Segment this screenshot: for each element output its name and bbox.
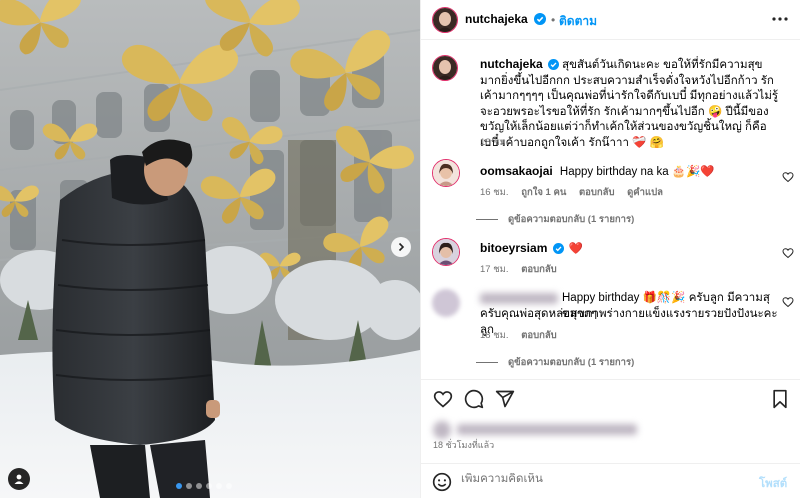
carousel-dot	[226, 483, 232, 489]
reply-button[interactable]: ตอบกลับ	[521, 264, 557, 275]
comment-text: Happy birthday na ka 🎂🎉❤️	[559, 166, 715, 178]
bookmark-icon[interactable]	[771, 389, 789, 409]
carousel-next-button[interactable]	[391, 237, 411, 257]
blurred-username	[480, 293, 558, 304]
carousel-dot	[176, 483, 182, 489]
liked-by-text[interactable]	[457, 424, 637, 435]
caption-username[interactable]: nutchajeka	[480, 57, 543, 71]
comment-meta: 16 ชม. ถูกใจ 1 คน ตอบกลับ ดูคำแปล	[480, 185, 663, 200]
post-detail-panel: nutchajeka • ติดตาม nutchajeka สุขสันต์ว…	[420, 0, 800, 498]
avatar[interactable]	[432, 7, 458, 33]
replies-divider	[476, 362, 498, 363]
caption-avatar[interactable]	[432, 55, 458, 81]
comment-avatar[interactable]	[432, 159, 460, 187]
author-username[interactable]: nutchajeka	[465, 12, 528, 26]
add-comment-input[interactable]	[461, 473, 751, 485]
more-horizontal-icon[interactable]	[772, 17, 788, 21]
carousel-dot	[206, 483, 212, 489]
comment-username[interactable]: oomsakaojai	[480, 164, 553, 178]
send-icon[interactable]	[495, 389, 515, 409]
view-replies-button[interactable]: ดูข้อความตอบกลับ (1 รายการ)	[476, 355, 634, 370]
view-replies-label: ดูข้อความตอบกลับ (1 รายการ)	[508, 357, 635, 368]
comment-1: oomsakaojai Happy birthday na ka 🎂🎉❤️	[480, 164, 780, 181]
translate-button[interactable]: ดูคำแปล	[627, 187, 663, 198]
post-photo[interactable]	[0, 0, 420, 498]
comment-time: 16 ชม.	[480, 187, 509, 198]
replies-divider	[476, 219, 498, 220]
post-actions: 18 ชั่วโมงที่แล้ว โพสต์	[421, 379, 800, 498]
view-replies-label: ดูข้อความตอบกลับ (1 รายการ)	[508, 214, 635, 225]
verified-badge-icon	[552, 243, 564, 254]
comment-avatar[interactable]	[432, 289, 460, 317]
heart-icon[interactable]	[433, 389, 453, 409]
user-tag-icon	[14, 474, 24, 484]
post-caption: nutchajeka สุขสันต์วันเกิดนะคะ ขอให้ที่ร…	[480, 57, 780, 151]
tagged-users-button[interactable]	[8, 468, 30, 490]
post-header: nutchajeka • ติดตาม	[421, 0, 800, 40]
comment-text: ❤️	[568, 243, 584, 255]
comment-avatar[interactable]	[432, 238, 460, 266]
caption-time: 18 ชม.	[480, 137, 509, 148]
verified-badge-icon	[547, 59, 559, 70]
comment-time: 17 ชม.	[480, 264, 509, 275]
comment-username[interactable]: bitoeyrsiam	[480, 241, 547, 255]
liker-avatar	[433, 421, 451, 439]
caption-text: สุขสันต์วันเกิดนะคะ ขอให้ที่รักมีความสุข…	[480, 59, 779, 149]
verified-badge-icon	[534, 13, 546, 25]
carousel-dot	[186, 483, 192, 489]
post-photo-scene	[0, 0, 420, 498]
post-timestamp: 18 ชั่วโมงที่แล้ว	[433, 440, 495, 450]
comment-meta: 17 ชม. ตอบกลับ	[480, 262, 557, 277]
comment-meta: 18 ชม. ตอบกลับ	[480, 328, 557, 343]
carousel-dot	[196, 483, 202, 489]
reply-button[interactable]: ตอบกลับ	[579, 187, 615, 198]
add-comment-bar: โพสต์	[421, 463, 800, 498]
carousel-dots	[176, 483, 232, 489]
chevron-right-icon	[398, 242, 405, 252]
comment-like-heart-icon[interactable]	[782, 247, 794, 259]
comment-likes[interactable]: ถูกใจ 1 คน	[521, 187, 566, 198]
post-comment-button[interactable]: โพสต์	[759, 475, 787, 493]
reply-button[interactable]: ตอบกลับ	[521, 330, 557, 341]
comment-like-heart-icon[interactable]	[782, 171, 794, 183]
comment-like-heart-icon[interactable]	[782, 296, 794, 308]
carousel-dot	[216, 483, 222, 489]
emoji-icon[interactable]	[432, 472, 452, 492]
comment-time: 18 ชม.	[480, 330, 509, 341]
comment-2: bitoeyrsiam ❤️	[480, 241, 780, 258]
view-replies-button[interactable]: ดูข้อความตอบกลับ (1 รายการ)	[476, 212, 634, 227]
follow-button[interactable]: ติดตาม	[559, 12, 597, 31]
comment-icon[interactable]	[464, 389, 484, 409]
